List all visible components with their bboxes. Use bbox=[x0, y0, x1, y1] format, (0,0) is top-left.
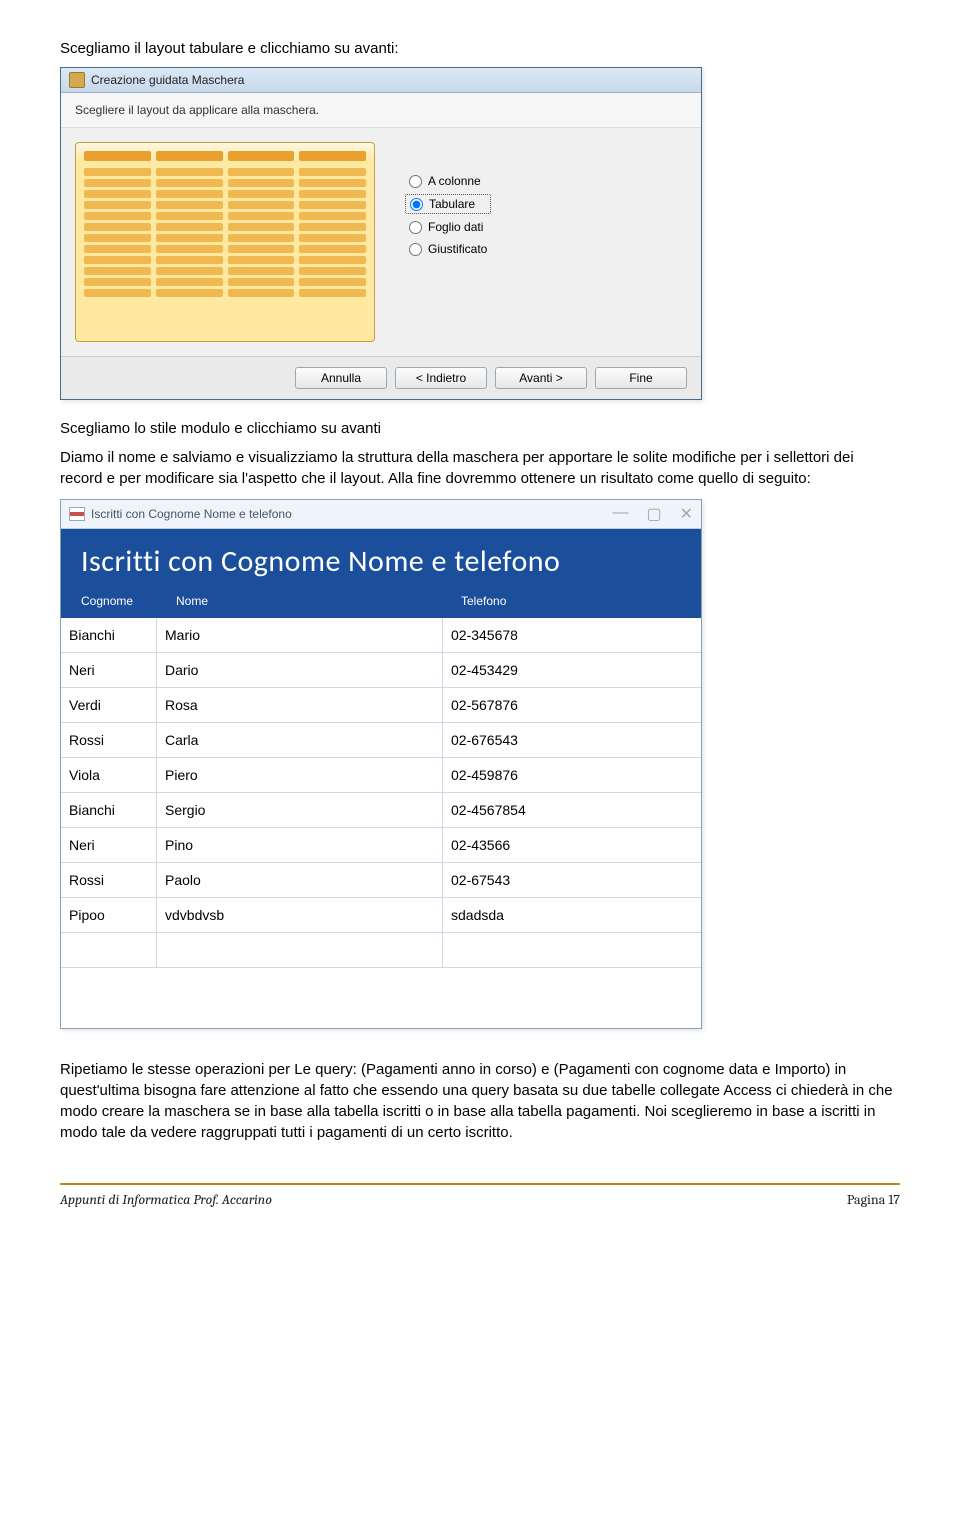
layout-options: A colonne Tabulare Foglio dati Giustific… bbox=[405, 142, 491, 342]
footer-right: Pagina 17 bbox=[847, 1191, 900, 1208]
table-row[interactable]: RossiPaolo02-67543 bbox=[61, 863, 701, 898]
mid-text-1: Scegliamo lo stile modulo e clicchiamo s… bbox=[60, 418, 900, 439]
cell-nome[interactable]: Mario bbox=[157, 618, 443, 652]
radio-a-colonne[interactable]: A colonne bbox=[405, 172, 491, 190]
cell-telefono[interactable]: 02-453429 bbox=[443, 653, 701, 687]
cell-telefono[interactable]: 02-567876 bbox=[443, 688, 701, 722]
cell-telefono[interactable]: 02-345678 bbox=[443, 618, 701, 652]
form-wizard-icon bbox=[69, 72, 85, 88]
form-title: Iscritti con Cognome Nome e telefono bbox=[81, 543, 681, 580]
radio-label: Giustificato bbox=[428, 242, 487, 256]
table-row-new[interactable] bbox=[61, 933, 701, 968]
form-window: Iscritti con Cognome Nome e telefono — ▢… bbox=[60, 499, 702, 1029]
indietro-button[interactable]: < Indietro bbox=[395, 367, 487, 389]
final-text: Ripetiamo le stesse operazioni per Le qu… bbox=[60, 1059, 900, 1143]
header-telefono: Telefono bbox=[461, 594, 681, 608]
mid-text-2: Diamo il nome e salviamo e visualizziamo… bbox=[60, 447, 900, 489]
form-column-headers: Cognome Nome Telefono bbox=[81, 594, 681, 608]
cell-cognome[interactable]: Neri bbox=[61, 828, 157, 862]
wizard-title: Creazione guidata Maschera bbox=[91, 73, 244, 87]
page-footer: Appunti di Informatica Prof. Accarino Pa… bbox=[60, 1183, 900, 1228]
maximize-icon[interactable]: ▢ bbox=[646, 504, 661, 524]
cell-cognome[interactable]: Rossi bbox=[61, 863, 157, 897]
cell-nome[interactable]: vdvbdvsb bbox=[157, 898, 443, 932]
annulla-button[interactable]: Annulla bbox=[295, 367, 387, 389]
radio-label: Foglio dati bbox=[428, 220, 483, 234]
cell-telefono[interactable]: sdadsda bbox=[443, 898, 701, 932]
cell-telefono[interactable]: 02-67543 bbox=[443, 863, 701, 897]
table-row[interactable]: VerdiRosa02-567876 bbox=[61, 688, 701, 723]
table-row[interactable]: NeriPino02-43566 bbox=[61, 828, 701, 863]
radio-giustificato[interactable]: Giustificato bbox=[405, 240, 491, 258]
cell-telefono[interactable]: 02-459876 bbox=[443, 758, 701, 792]
form-tabbar: Iscritti con Cognome Nome e telefono — ▢… bbox=[61, 500, 701, 529]
cell-nome[interactable]: Pino bbox=[157, 828, 443, 862]
header-cognome: Cognome bbox=[81, 594, 176, 608]
cell-cognome[interactable]: Verdi bbox=[61, 688, 157, 722]
close-icon[interactable]: ✕ bbox=[680, 504, 693, 524]
radio-foglio-dati[interactable]: Foglio dati bbox=[405, 218, 491, 236]
wizard-instruction: Scegliere il layout da applicare alla ma… bbox=[61, 93, 701, 128]
cell-cognome[interactable]: Rossi bbox=[61, 723, 157, 757]
cell-telefono[interactable] bbox=[443, 933, 701, 967]
avanti-button[interactable]: Avanti > bbox=[495, 367, 587, 389]
intro-text-1: Scegliamo il layout tabulare e clicchiam… bbox=[60, 38, 900, 59]
cell-cognome[interactable]: Pipoo bbox=[61, 898, 157, 932]
table-row[interactable]: RossiCarla02-676543 bbox=[61, 723, 701, 758]
wizard-dialog: Creazione guidata Maschera Scegliere il … bbox=[60, 67, 702, 400]
radio-label: Tabulare bbox=[429, 197, 475, 211]
cell-nome[interactable]: Paolo bbox=[157, 863, 443, 897]
cell-cognome[interactable]: Bianchi bbox=[61, 618, 157, 652]
table-row[interactable]: ViolaPiero02-459876 bbox=[61, 758, 701, 793]
cell-telefono[interactable]: 02-4567854 bbox=[443, 793, 701, 827]
cell-nome[interactable]: Rosa bbox=[157, 688, 443, 722]
fine-button[interactable]: Fine bbox=[595, 367, 687, 389]
table-row[interactable]: BianchiMario02-345678 bbox=[61, 618, 701, 653]
cell-nome[interactable] bbox=[157, 933, 443, 967]
footer-left: Appunti di Informatica Prof. Accarino bbox=[60, 1191, 272, 1208]
cell-nome[interactable]: Carla bbox=[157, 723, 443, 757]
form-body: BianchiMario02-345678NeriDario02-453429V… bbox=[61, 618, 701, 968]
cell-nome[interactable]: Piero bbox=[157, 758, 443, 792]
cell-cognome[interactable]: Bianchi bbox=[61, 793, 157, 827]
radio-tabulare[interactable]: Tabulare bbox=[405, 194, 491, 214]
cell-cognome[interactable]: Viola bbox=[61, 758, 157, 792]
cell-nome[interactable]: Dario bbox=[157, 653, 443, 687]
cell-nome[interactable]: Sergio bbox=[157, 793, 443, 827]
form-header: Iscritti con Cognome Nome e telefono Cog… bbox=[61, 529, 701, 618]
minimize-icon[interactable]: — bbox=[612, 504, 628, 524]
header-nome: Nome bbox=[176, 594, 461, 608]
table-row[interactable]: NeriDario02-453429 bbox=[61, 653, 701, 688]
layout-preview bbox=[75, 142, 375, 342]
radio-label: A colonne bbox=[428, 174, 481, 188]
table-row[interactable]: Pipoovdvbdvsbsdadsda bbox=[61, 898, 701, 933]
form-tab-label: Iscritti con Cognome Nome e telefono bbox=[91, 507, 292, 521]
table-row[interactable]: BianchiSergio02-4567854 bbox=[61, 793, 701, 828]
cell-cognome[interactable]: Neri bbox=[61, 653, 157, 687]
form-icon bbox=[69, 507, 85, 521]
cell-telefono[interactable]: 02-43566 bbox=[443, 828, 701, 862]
cell-cognome[interactable] bbox=[61, 933, 157, 967]
wizard-titlebar: Creazione guidata Maschera bbox=[61, 68, 701, 93]
cell-telefono[interactable]: 02-676543 bbox=[443, 723, 701, 757]
